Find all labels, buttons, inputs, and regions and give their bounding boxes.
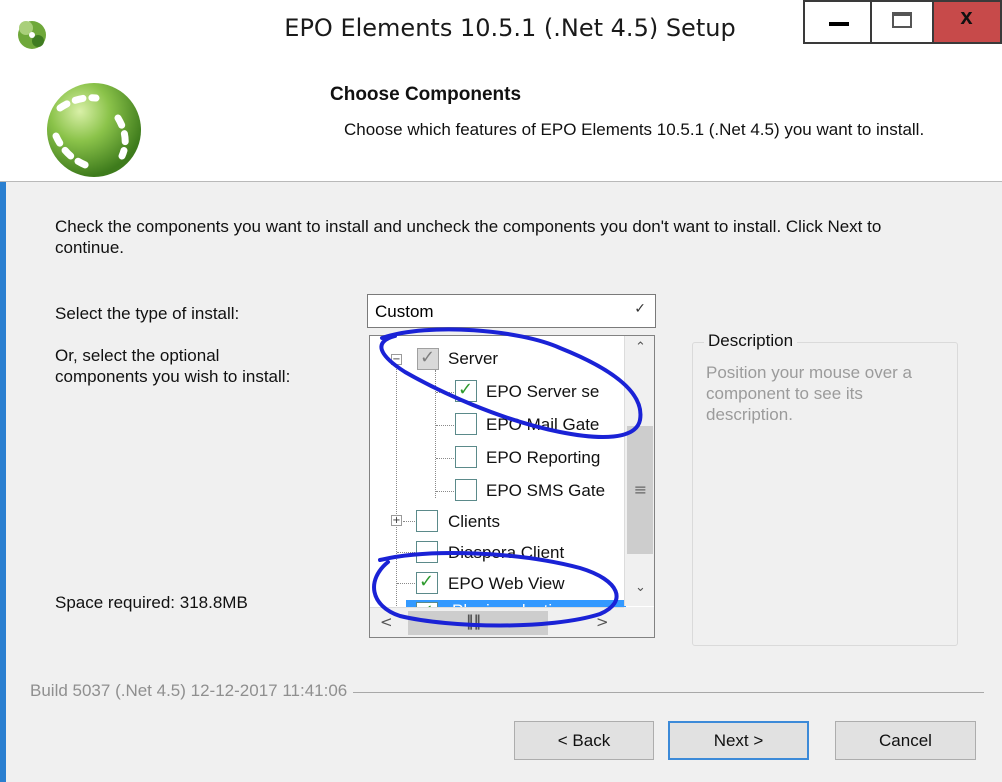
- tree-line: [436, 491, 454, 492]
- install-type-dropdown[interactable]: Custom ✓: [367, 294, 656, 328]
- components-tree[interactable]: − ✓ Server ✓ EPO Server se EPO Mail Gate…: [369, 335, 655, 638]
- expand-icon[interactable]: +: [391, 515, 402, 526]
- scroll-left-icon[interactable]: <: [380, 613, 393, 631]
- checkmark-icon: ✓: [420, 347, 436, 368]
- instructions-text: Check the components you want to install…: [55, 217, 882, 257]
- component-epo-sms-gateway[interactable]: EPO SMS Gate: [486, 481, 605, 501]
- checkbox-epo-reporting[interactable]: [455, 446, 477, 468]
- description-title: Description: [704, 331, 798, 351]
- checkbox-epo-mail-gateway[interactable]: [455, 413, 477, 435]
- tree-line: [436, 425, 454, 426]
- minimize-icon: [829, 22, 849, 26]
- component-clients[interactable]: Clients: [448, 512, 500, 532]
- chevron-down-icon: ✓: [634, 301, 646, 317]
- back-button[interactable]: < Back: [514, 721, 654, 760]
- component-server[interactable]: Server: [448, 349, 498, 369]
- tree-line: [397, 552, 415, 553]
- checkbox-epo-sms-gateway[interactable]: [455, 479, 477, 501]
- cancel-button[interactable]: Cancel: [835, 721, 976, 760]
- checkbox-epo-web-view[interactable]: ✓: [416, 571, 438, 594]
- tree-line: [436, 392, 454, 393]
- page-title: Choose Components: [330, 84, 522, 105]
- install-type-value: Custom: [375, 302, 434, 321]
- maximize-button[interactable]: [871, 0, 933, 44]
- component-diaspora-client[interactable]: Diaspora Client: [448, 543, 564, 563]
- close-icon: x: [960, 4, 973, 29]
- optional-components-label: Or, select the optional components you w…: [55, 346, 291, 386]
- header-banner: Choose Components Choose which features …: [0, 76, 1002, 182]
- scroll-right-icon[interactable]: >: [596, 613, 609, 631]
- scrollbar-corner: [624, 607, 654, 637]
- checkbox-server[interactable]: ✓: [417, 347, 439, 370]
- checkbox-epo-server[interactable]: ✓: [455, 379, 477, 402]
- grip-icon: ‖‖: [466, 612, 481, 630]
- install-type-label: Select the type of install:: [55, 304, 240, 323]
- tree-line: [396, 364, 397, 614]
- description-text: Position your mouse over a component to …: [706, 363, 912, 424]
- build-info: Build 5037 (.Net 4.5) 12-12-2017 11:41:0…: [30, 681, 354, 701]
- title-bar[interactable]: EPO Elements 10.5.1 (.Net 4.5) Setup x: [0, 0, 1002, 76]
- next-button[interactable]: Next >: [668, 721, 809, 760]
- checkmark-icon: ✓: [458, 379, 474, 400]
- checkbox-clients[interactable]: [416, 510, 438, 532]
- checkmark-icon: ✓: [419, 571, 435, 592]
- component-epo-server[interactable]: EPO Server se: [486, 382, 599, 402]
- setup-window: EPO Elements 10.5.1 (.Net 4.5) Setup x C…: [0, 0, 1002, 782]
- space-required-label: Space required: 318.8MB: [55, 593, 248, 612]
- tree-line: [435, 370, 436, 498]
- vertical-scrollbar[interactable]: ⌃ ≡ ⌄: [624, 336, 654, 606]
- scroll-down-icon[interactable]: ⌄: [625, 580, 654, 595]
- component-epo-mail-gateway[interactable]: EPO Mail Gate: [486, 415, 599, 435]
- component-epo-reporting[interactable]: EPO Reporting: [486, 448, 600, 468]
- tree-line: [436, 458, 454, 459]
- maximize-icon: [892, 12, 912, 28]
- close-button[interactable]: x: [933, 0, 1002, 44]
- tree-line: [397, 583, 415, 584]
- grip-icon: ≡: [633, 480, 648, 499]
- collapse-icon[interactable]: −: [391, 354, 402, 365]
- minimize-button[interactable]: [803, 0, 871, 44]
- window-edge-accent: [0, 182, 6, 782]
- component-epo-web-view[interactable]: EPO Web View: [448, 574, 565, 594]
- scroll-up-icon[interactable]: ⌃: [625, 340, 654, 355]
- tree-line: [403, 521, 415, 522]
- epo-logo-icon: [47, 83, 141, 177]
- checkbox-diaspora-client[interactable]: [416, 541, 438, 563]
- horizontal-scrollbar[interactable]: < ‖‖ >: [370, 607, 624, 637]
- page-subtitle: Choose which features of EPO Elements 10…: [344, 120, 925, 139]
